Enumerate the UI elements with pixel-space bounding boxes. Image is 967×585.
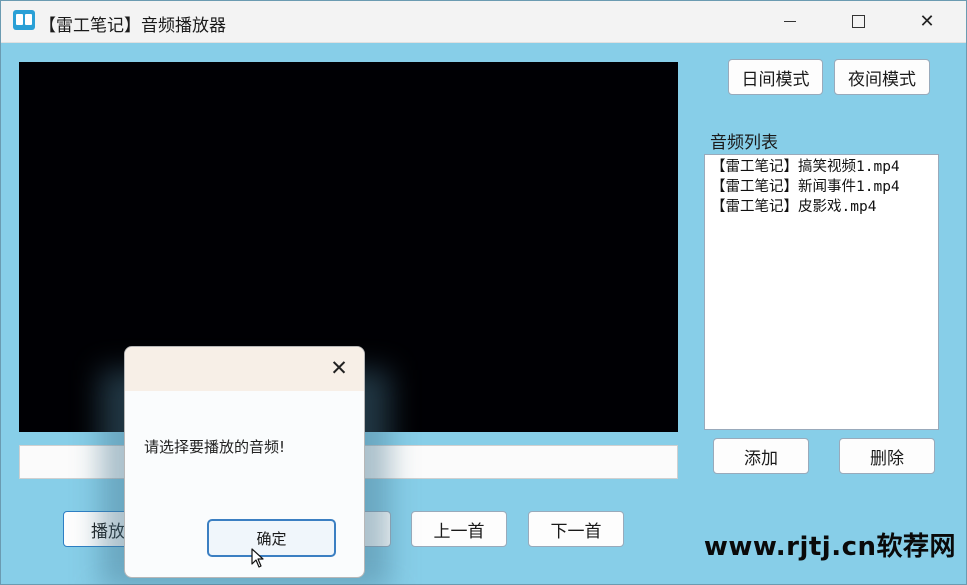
minimize-button[interactable]	[767, 1, 813, 41]
dialog-message: 请选择要播放的音频!	[144, 438, 286, 456]
night-mode-button[interactable]: 夜间模式	[834, 59, 930, 95]
app-book-icon	[13, 10, 35, 30]
message-dialog: ✕ 请选择要播放的音频! 确定	[124, 346, 365, 578]
minimize-icon	[784, 20, 796, 22]
window-title: 【雷工笔记】音频播放器	[39, 16, 226, 36]
next-track-button[interactable]: 下一首	[528, 511, 624, 547]
dialog-ok-button[interactable]: 确定	[207, 519, 336, 557]
playlist[interactable]: 【雷工笔记】搞笑视频1.mp4 【雷工笔记】新闻事件1.mp4 【雷工笔记】皮影…	[704, 154, 939, 430]
playlist-item[interactable]: 【雷工笔记】搞笑视频1.mp4	[711, 157, 936, 177]
playlist-label: 音频列表	[710, 133, 778, 153]
previous-track-button[interactable]: 上一首	[411, 511, 507, 547]
mouse-cursor-icon	[251, 548, 264, 568]
delete-button[interactable]: 删除	[839, 438, 935, 474]
maximize-button[interactable]	[835, 1, 881, 41]
maximize-icon	[851, 14, 865, 28]
playlist-item[interactable]: 【雷工笔记】皮影戏.mp4	[711, 197, 936, 217]
watermark: www.rjtj.cn软荐网	[703, 532, 956, 562]
playlist-item[interactable]: 【雷工笔记】新闻事件1.mp4	[711, 177, 936, 197]
day-mode-button[interactable]: 日间模式	[728, 59, 823, 95]
add-button[interactable]: 添加	[713, 438, 809, 474]
title-bar[interactable]: 【雷工笔记】音频播放器 ✕	[1, 1, 966, 43]
dialog-close-icon[interactable]: ✕	[328, 357, 350, 379]
close-button[interactable]: ✕	[904, 1, 950, 41]
close-icon: ✕	[919, 10, 935, 32]
